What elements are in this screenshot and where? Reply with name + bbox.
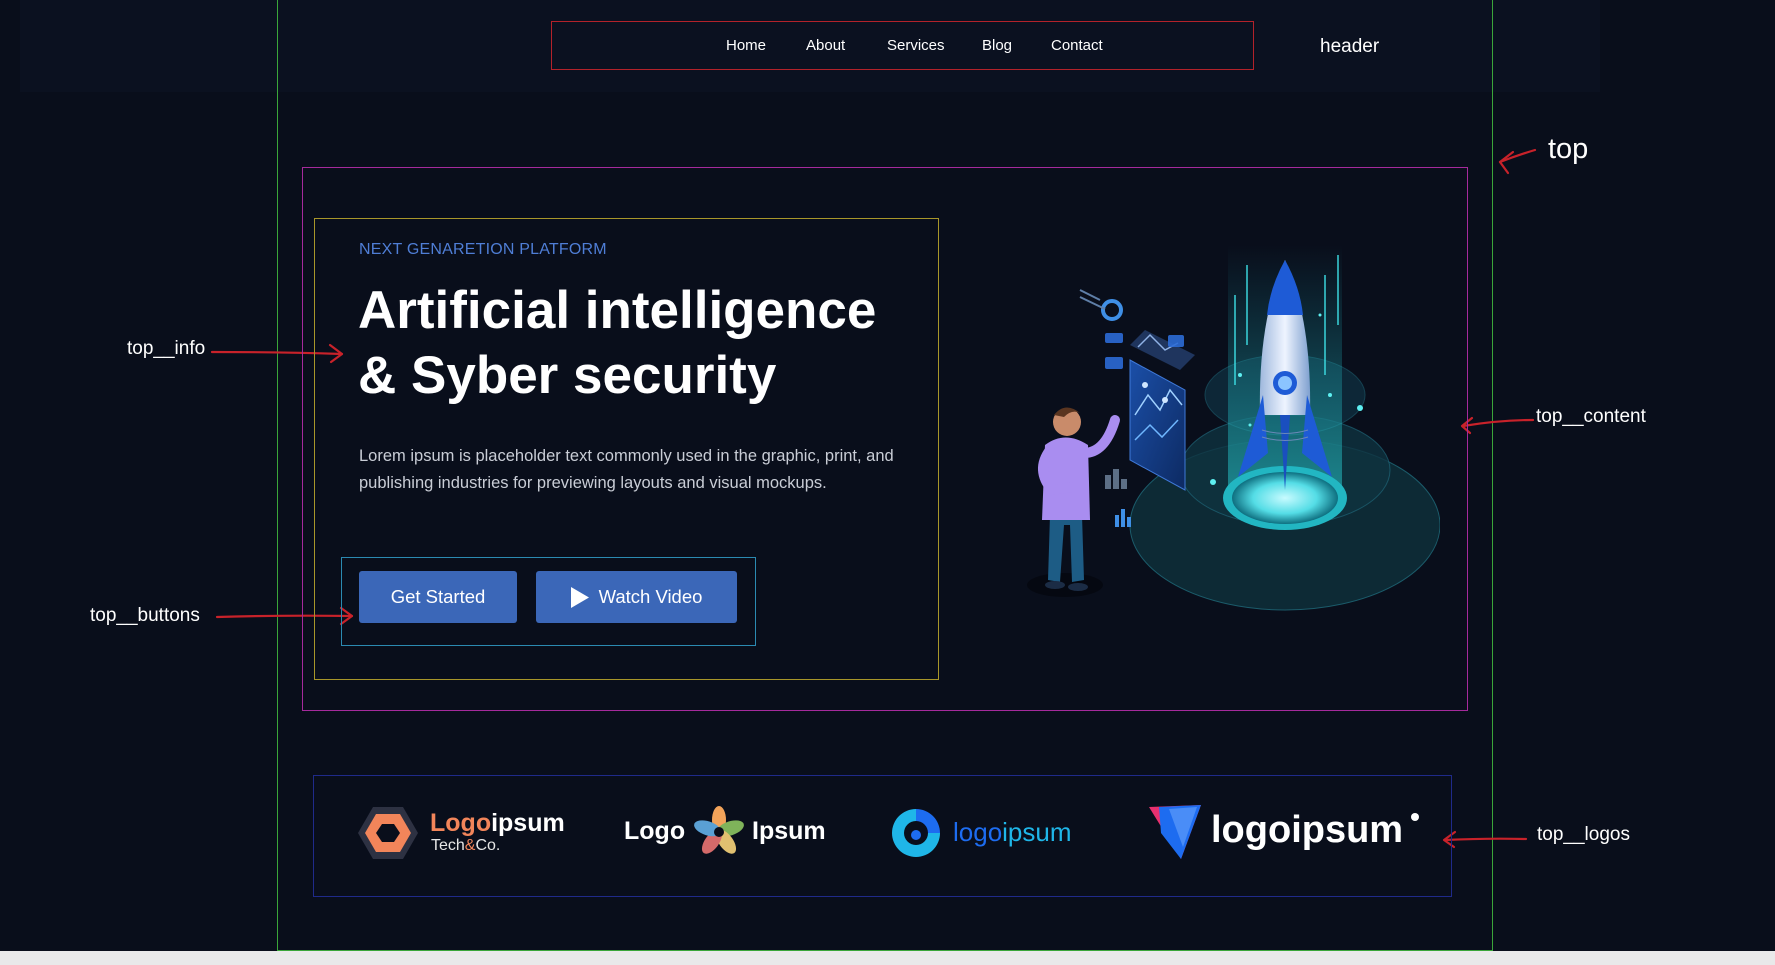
- logo-1-sub1: Tech: [431, 837, 465, 854]
- play-icon: [570, 586, 589, 608]
- logo-4-text: logoipsum: [1211, 809, 1404, 851]
- arrow-top-icon: [1498, 148, 1537, 175]
- logo-2-right: Ipsum: [752, 817, 826, 845]
- flower-icon: [694, 806, 744, 854]
- logo-1-part1: Logo: [430, 809, 492, 837]
- logo-3: logoipsum: [888, 805, 1088, 861]
- rocket-illustration: [1027, 245, 1440, 611]
- hero-title-line-1: Artificial intelligence: [358, 281, 877, 340]
- logo-3-part1: logo: [953, 817, 1003, 847]
- hero-title: Artificial intelligence & Syber security: [358, 278, 876, 408]
- logo-1-sub-amp: &: [464, 837, 476, 854]
- logo-3-part2: ipsum: [1002, 817, 1072, 847]
- logo-hexagon-icon: [358, 807, 418, 859]
- arrow-top-content-icon: [1460, 416, 1535, 435]
- logo-2: Logo Ipsum: [624, 805, 829, 861]
- hero-description: Lorem ipsum is placeholder text commonly…: [359, 447, 894, 492]
- logo-1-part2: ipsum: [491, 809, 565, 837]
- hero-eyebrow: NEXT GENARETION PLATFORM: [359, 241, 607, 258]
- hero-title-line-2: & Syber security: [358, 346, 777, 405]
- arrow-top-logos-icon: [1442, 830, 1528, 849]
- logo-1: Logoipsum Tech&Co.: [358, 805, 565, 865]
- get-started-button[interactable]: Get Started: [359, 571, 517, 623]
- logo-4: logoipsum: [1147, 803, 1427, 863]
- logo-1-sub2: Co.: [475, 837, 501, 854]
- get-started-label: Get Started: [390, 586, 486, 607]
- watch-video-label: Watch Video: [598, 586, 703, 607]
- logo-triangle-icon: [1149, 805, 1201, 859]
- logo-2-left: Logo: [624, 817, 686, 845]
- logo-4-dot: [1411, 813, 1419, 821]
- logo-c-ring-icon: [892, 809, 940, 857]
- watch-video-button[interactable]: Watch Video: [536, 571, 737, 623]
